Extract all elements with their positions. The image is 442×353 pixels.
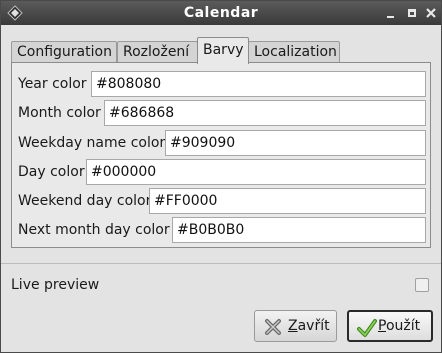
live-preview-label: Live preview xyxy=(11,277,100,293)
separator xyxy=(1,263,441,264)
year-color-field[interactable] xyxy=(91,71,426,97)
checkmark-icon xyxy=(357,319,377,337)
weekday-name-color-label: Weekday name color xyxy=(18,135,166,151)
live-preview-checkbox[interactable] xyxy=(415,278,429,292)
calendar-dialog: Calendar Configuration Rozložení Localiz… xyxy=(0,0,442,353)
tab-rozlozeni[interactable]: Rozložení xyxy=(117,41,198,63)
title-bar[interactable]: Calendar xyxy=(1,1,441,25)
colors-panel: Year color Month color Weekday name colo… xyxy=(11,62,431,248)
weekend-day-color-field[interactable] xyxy=(149,188,426,214)
close-button[interactable]: Zavřít xyxy=(254,310,337,342)
weekday-name-color-field[interactable] xyxy=(165,130,426,156)
month-color-label: Month color xyxy=(18,105,101,121)
tab-barvy[interactable]: Barvy xyxy=(197,37,249,64)
close-button-label: Zavřít xyxy=(288,318,330,334)
minimize-icon[interactable] xyxy=(384,6,398,20)
month-color-field[interactable] xyxy=(104,100,426,126)
weekend-day-color-label: Weekend day color xyxy=(18,193,152,209)
next-month-day-color-field[interactable] xyxy=(172,217,426,243)
maximize-icon[interactable] xyxy=(405,6,419,20)
apply-button[interactable]: Použít xyxy=(347,310,433,342)
tab-localization[interactable]: Localization xyxy=(248,41,340,63)
day-color-field[interactable] xyxy=(86,159,426,185)
year-color-label: Year color xyxy=(18,76,87,92)
close-icon[interactable] xyxy=(424,6,438,20)
next-month-day-color-label: Next month day color xyxy=(18,222,170,238)
window-title: Calendar xyxy=(183,5,259,21)
tab-configuration[interactable]: Configuration xyxy=(11,41,117,63)
day-color-label: Day color xyxy=(18,164,85,180)
apply-button-label: Použít xyxy=(378,318,421,334)
x-cross-icon xyxy=(265,319,281,335)
